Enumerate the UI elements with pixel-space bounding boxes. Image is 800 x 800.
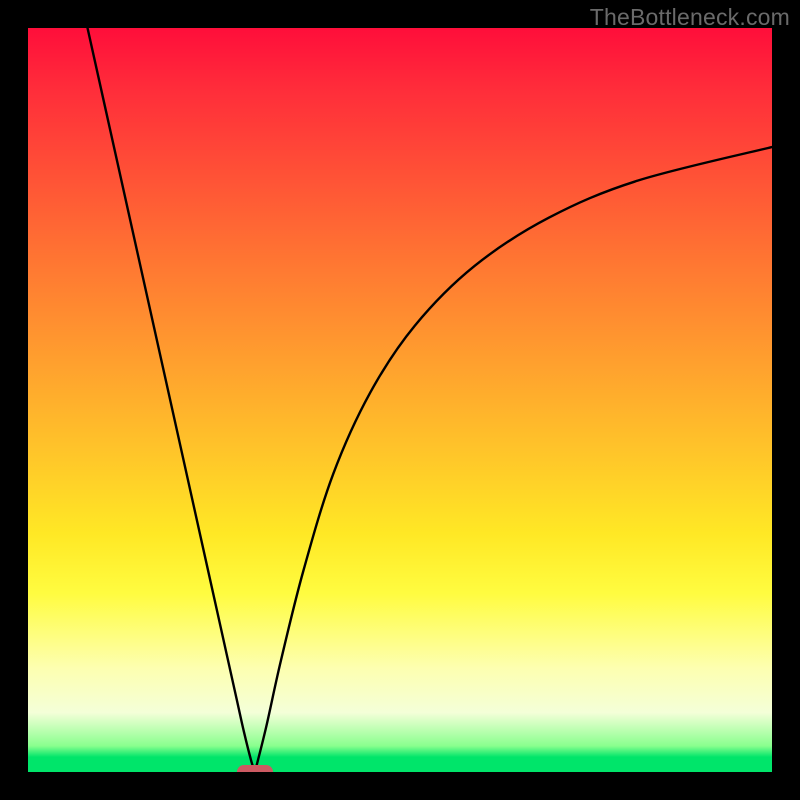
minimum-marker	[237, 765, 273, 772]
watermark-text: TheBottleneck.com	[590, 4, 790, 31]
plot-area	[28, 28, 772, 772]
chart-frame: TheBottleneck.com	[0, 0, 800, 800]
bottleneck-curve	[28, 28, 772, 772]
